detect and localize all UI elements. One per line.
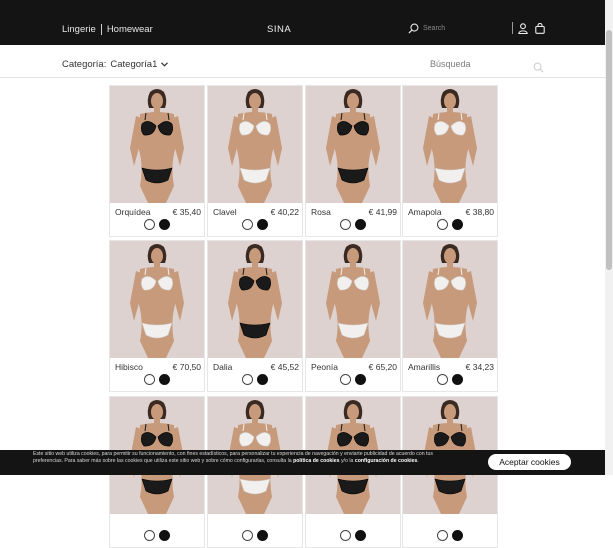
color-swatch-white[interactable] bbox=[340, 374, 351, 385]
product-card[interactable]: Hibisco € 70,50 bbox=[109, 240, 205, 392]
product-price: € 41,99 bbox=[368, 207, 397, 217]
color-swatch-black[interactable] bbox=[257, 374, 268, 385]
filter-search-icon[interactable] bbox=[533, 60, 544, 78]
category-dropdown[interactable]: Categoría: Categoría1 bbox=[62, 59, 169, 70]
brand-logo[interactable]: SINA bbox=[267, 24, 291, 35]
product-price: € 40,22 bbox=[270, 207, 299, 217]
color-swatch-white[interactable] bbox=[144, 530, 155, 541]
color-swatch-white[interactable] bbox=[437, 530, 448, 541]
product-image[interactable] bbox=[208, 86, 302, 203]
top-header: Lingerie Homewear SINA Search bbox=[0, 0, 605, 45]
product-name[interactable]: Hibisco bbox=[115, 362, 143, 372]
product-name[interactable]: Amapola bbox=[408, 207, 442, 217]
color-swatch-white[interactable] bbox=[144, 374, 155, 385]
cookie-banner: Este sitio web utiliza cookies, para per… bbox=[0, 450, 605, 475]
color-swatch-white[interactable] bbox=[340, 219, 351, 230]
product-name[interactable]: Clavel bbox=[213, 207, 237, 217]
search-icon[interactable] bbox=[408, 23, 419, 34]
product-image[interactable] bbox=[306, 241, 400, 358]
color-swatch-white[interactable] bbox=[242, 374, 253, 385]
product-price: € 38,80 bbox=[465, 207, 494, 217]
cookie-message-end: . bbox=[417, 458, 419, 465]
product-price: € 65,20 bbox=[368, 362, 397, 372]
icon-divider bbox=[512, 22, 513, 34]
header-search[interactable]: Search bbox=[408, 23, 508, 34]
color-swatch-black[interactable] bbox=[452, 530, 463, 541]
color-swatch-black[interactable] bbox=[159, 374, 170, 385]
product-card[interactable]: Amapola € 38,80 bbox=[402, 85, 498, 237]
accept-cookies-button[interactable]: Aceptar cookies bbox=[488, 454, 571, 470]
color-swatch-black[interactable] bbox=[159, 219, 170, 230]
search-input[interactable]: Búsqueda bbox=[430, 59, 471, 69]
color-swatch-white[interactable] bbox=[242, 219, 253, 230]
product-card[interactable]: Orquídea € 35,40 bbox=[109, 85, 205, 237]
product-image[interactable] bbox=[110, 86, 204, 203]
color-swatch-white[interactable] bbox=[437, 374, 448, 385]
header-icons bbox=[512, 22, 552, 34]
color-swatch-white[interactable] bbox=[242, 530, 253, 541]
product-name[interactable]: Orquídea bbox=[115, 207, 150, 217]
product-image[interactable] bbox=[403, 241, 497, 358]
search-placeholder[interactable]: Search bbox=[423, 25, 445, 32]
scrollbar-thumb[interactable] bbox=[606, 30, 612, 270]
color-swatch-white[interactable] bbox=[340, 530, 351, 541]
scrollbar[interactable] bbox=[605, 0, 613, 475]
product-image[interactable] bbox=[403, 86, 497, 203]
chevron-down-icon[interactable] bbox=[161, 62, 169, 67]
product-price: € 70,50 bbox=[172, 362, 201, 372]
product-price: € 45,52 bbox=[270, 362, 299, 372]
filter-bar: Categoría: Categoría1 Búsqueda bbox=[0, 45, 605, 78]
product-card[interactable]: Rosa € 41,99 bbox=[305, 85, 401, 237]
product-card[interactable]: Peonía € 65,20 bbox=[305, 240, 401, 392]
product-card[interactable]: Clavel € 40,22 bbox=[207, 85, 303, 237]
color-swatch-black[interactable] bbox=[355, 219, 366, 230]
product-name[interactable]: Peonía bbox=[311, 362, 338, 372]
category-label: Categoría: bbox=[62, 59, 107, 70]
color-swatch-black[interactable] bbox=[452, 374, 463, 385]
color-swatch-black[interactable] bbox=[452, 219, 463, 230]
product-card[interactable]: Amarillis € 34,23 bbox=[402, 240, 498, 392]
color-swatch-black[interactable] bbox=[257, 219, 268, 230]
product-price: € 35,40 bbox=[172, 207, 201, 217]
color-swatch-black[interactable] bbox=[355, 530, 366, 541]
nav-link-lingerie[interactable]: Lingerie bbox=[62, 24, 96, 35]
product-card[interactable]: Dalia € 45,52 bbox=[207, 240, 303, 392]
cookie-settings-link[interactable]: configuración de cookies bbox=[355, 458, 418, 464]
cookie-policy-link[interactable]: política de cookies bbox=[293, 458, 339, 464]
product-price: € 34,23 bbox=[465, 362, 494, 372]
product-image[interactable] bbox=[208, 241, 302, 358]
color-swatch-white[interactable] bbox=[144, 219, 155, 230]
product-image[interactable] bbox=[306, 86, 400, 203]
shopping-bag-icon[interactable] bbox=[535, 22, 545, 34]
color-swatch-black[interactable] bbox=[355, 374, 366, 385]
cookie-text: Este sitio web utiliza cookies, para per… bbox=[33, 451, 453, 465]
nav-divider bbox=[100, 24, 102, 35]
cookie-message-join: y/o la bbox=[339, 458, 355, 465]
category-value[interactable]: Categoría1 bbox=[110, 59, 157, 70]
color-swatch-white[interactable] bbox=[437, 219, 448, 230]
user-icon[interactable] bbox=[518, 22, 528, 34]
product-name[interactable]: Amarillis bbox=[408, 362, 440, 372]
color-swatch-black[interactable] bbox=[257, 530, 268, 541]
category-nav: Lingerie Homewear bbox=[62, 24, 153, 35]
product-name[interactable]: Rosa bbox=[311, 207, 331, 217]
product-name[interactable]: Dalia bbox=[213, 362, 232, 372]
color-swatch-black[interactable] bbox=[159, 530, 170, 541]
nav-link-homewear[interactable]: Homewear bbox=[107, 24, 153, 35]
product-image[interactable] bbox=[110, 241, 204, 358]
